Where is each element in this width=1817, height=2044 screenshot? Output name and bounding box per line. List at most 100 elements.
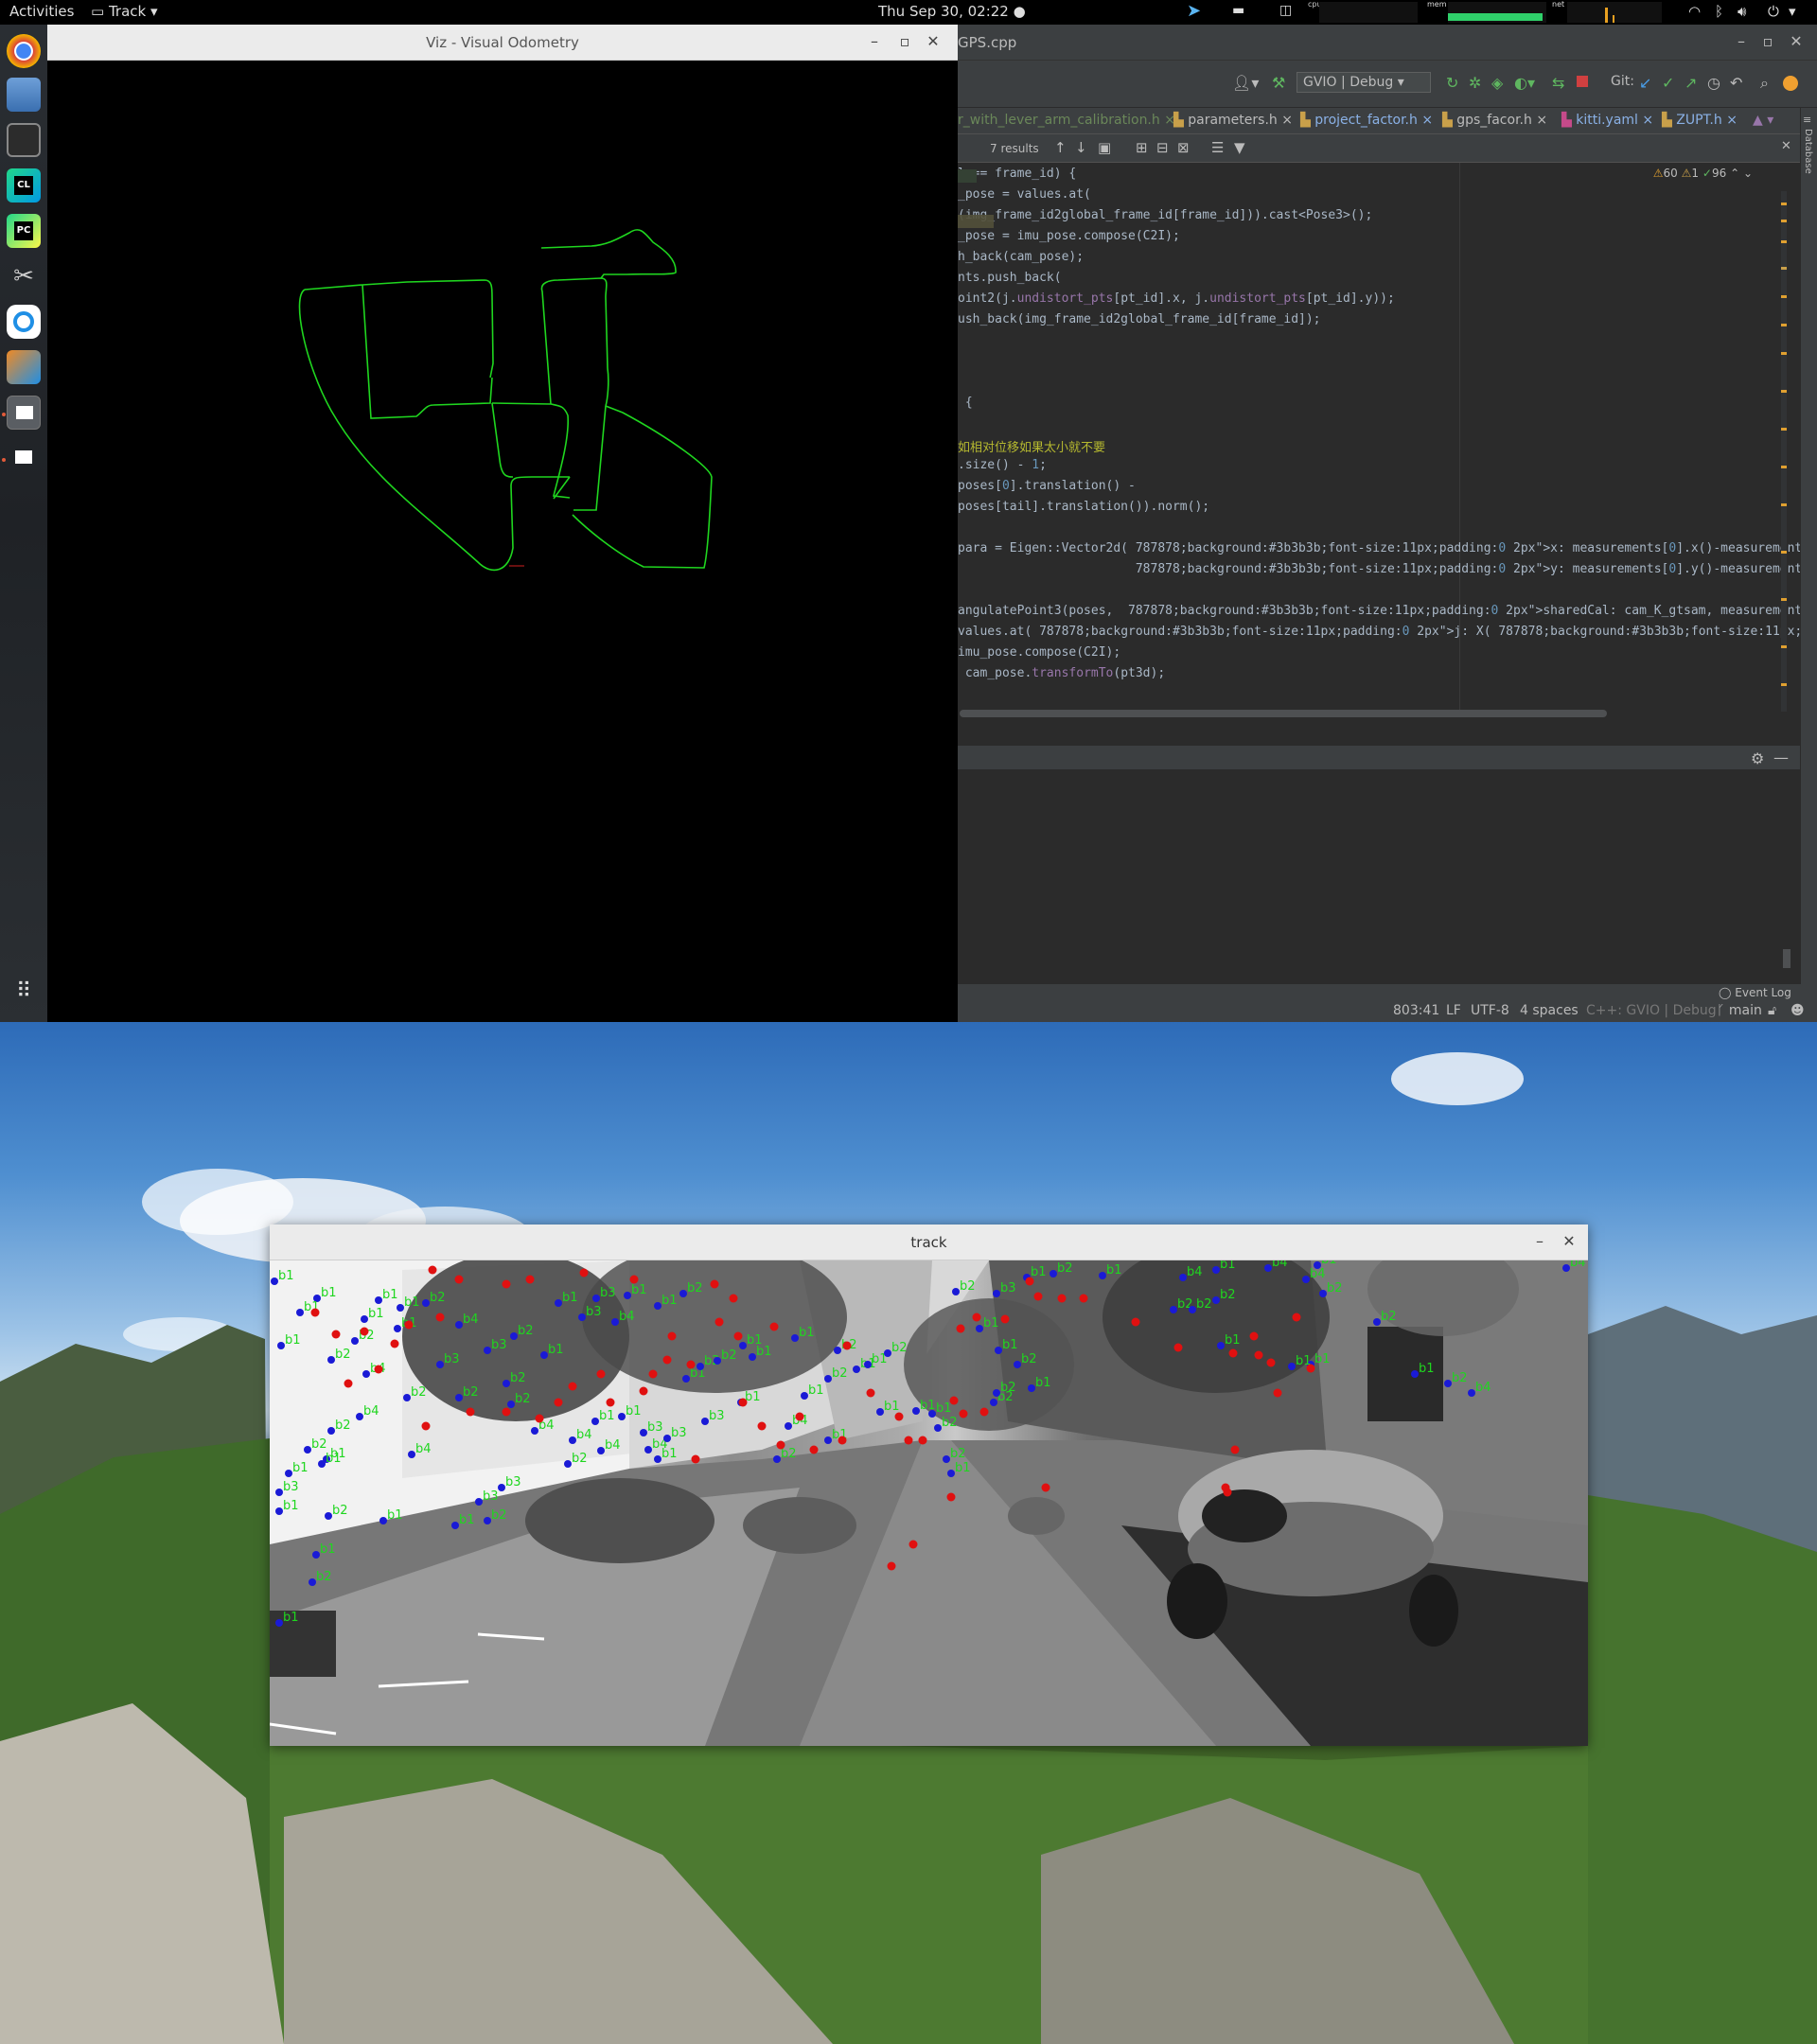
file-encoding[interactable]: UTF-8 xyxy=(1471,1003,1509,1018)
close-icon[interactable]: × xyxy=(1281,113,1293,128)
code-line[interactable]: poses[tail].translation()).norm(); xyxy=(958,500,1209,514)
minimize-icon[interactable]: – xyxy=(865,32,884,50)
hide-icon[interactable]: — xyxy=(1773,749,1789,766)
minimize-icon[interactable]: – xyxy=(1530,1232,1549,1250)
tab-kitti-yaml[interactable]: ▙ kitti.yaml × xyxy=(1561,113,1653,128)
options-icon[interactable]: ☰ xyxy=(1211,139,1224,156)
close-icon[interactable]: ✕ xyxy=(1787,32,1806,50)
tools-icon[interactable]: ✂ xyxy=(7,259,41,293)
code-editor[interactable]: ⚠60 ⚠1 ✓96 ⌃ ⌄ l == frame_id) {_pose = v… xyxy=(958,163,1817,731)
close-icon[interactable]: × xyxy=(1726,113,1738,128)
close-icon[interactable]: ✕ xyxy=(1781,139,1791,153)
code-line[interactable]: (img_frame_id2global_frame_id[frame_id])… xyxy=(958,208,1372,222)
run-config-select[interactable]: GVIO | Debug ▾ xyxy=(1297,72,1431,93)
horizontal-scrollbar[interactable] xyxy=(960,710,1607,717)
tab-project-factor[interactable]: ▙ project_factor.h × xyxy=(1300,113,1433,128)
app-menu[interactable]: ▭ Track ▾ xyxy=(91,3,158,20)
inspection-widget[interactable]: ⚠60 ⚠1 ✓96 ⌃ ⌄ xyxy=(1653,167,1753,180)
app-grid-icon[interactable]: ⠿ xyxy=(7,975,41,1009)
git-branch[interactable]: ᚴ main xyxy=(1717,1003,1762,1018)
git-update-icon[interactable]: ↙ xyxy=(1639,74,1651,92)
attach-icon[interactable]: ⇆ xyxy=(1552,74,1564,92)
code-line[interactable]: 787878;background:#3b3b3b;font-size:11px… xyxy=(958,562,1817,576)
git-push-icon[interactable]: ↗ xyxy=(1685,74,1697,92)
code-line[interactable]: imu_pose.compose(C2I); xyxy=(958,645,1120,660)
line-separator[interactable]: LF xyxy=(1446,1003,1461,1018)
code-line[interactable]: values.at( 787878;background:#3b3b3b;fon… xyxy=(958,625,1817,639)
gear-icon[interactable]: ⚙ xyxy=(1751,749,1764,767)
tab-gps-facor[interactable]: ▙ gps_facor.h × xyxy=(1442,113,1547,128)
inspector-icon[interactable]: ☻ xyxy=(1791,1003,1805,1018)
code-line[interactable]: nts.push_back( xyxy=(958,271,1062,285)
viz-titlebar[interactable]: Viz - Visual Odometry – ▫ ✕ xyxy=(47,25,958,61)
drive-icon[interactable]: ▬ xyxy=(1232,3,1244,18)
code-line[interactable]: h_back(cam_pose); xyxy=(958,250,1084,264)
search-icon[interactable]: ⌕ xyxy=(1760,74,1769,93)
code-line[interactable]: angulatePoint3(poses, 787878;background:… xyxy=(958,604,1817,618)
stop-icon[interactable] xyxy=(1577,76,1588,87)
tab-overflow-icon[interactable]: ▲ ▾ xyxy=(1753,113,1773,128)
code-line[interactable]: oint2(j.undistort_pts[pt_id].x, j.undist… xyxy=(958,291,1395,306)
ubuntu-software-icon[interactable] xyxy=(7,305,41,339)
tab-lever-arm[interactable]: r_with_lever_arm_calibration.h × xyxy=(958,113,1175,128)
indent-setting[interactable]: 4 spaces xyxy=(1520,1003,1579,1018)
code-line[interactable]: .size() - 1; xyxy=(958,458,1047,472)
minimize-icon[interactable]: – xyxy=(1732,32,1751,50)
close-icon[interactable]: × xyxy=(1642,113,1653,128)
code-line[interactable]: para = Eigen::Vector2d( 787878;backgroun… xyxy=(958,541,1817,555)
rollback-icon[interactable]: ↶ xyxy=(1730,74,1742,92)
bluetooth-icon[interactable]: ᛒ xyxy=(1715,3,1723,20)
build-icon[interactable]: ⚒ xyxy=(1272,74,1285,92)
wifi-icon[interactable]: ◠ xyxy=(1688,3,1701,20)
history-icon[interactable]: ◷ xyxy=(1707,74,1720,92)
tab-zupt[interactable]: ▙ ZUPT.h × xyxy=(1662,113,1738,128)
git-commit-icon[interactable]: ✓ xyxy=(1662,74,1674,92)
ide-titlebar[interactable]: GPS.cpp – ▫ ✕ xyxy=(958,25,1817,61)
power-icon[interactable]: ⏻ xyxy=(1768,3,1779,20)
chevron-up-icon[interactable]: ⌃ xyxy=(1730,167,1739,180)
close-icon[interactable]: × xyxy=(1421,113,1433,128)
code-line[interactable]: _pose = imu_pose.compose(C2I); xyxy=(958,229,1180,243)
vertical-scrollbar[interactable] xyxy=(1783,949,1791,968)
tab-parameters[interactable]: ▙ parameters.h × xyxy=(1173,113,1293,128)
updates-icon[interactable] xyxy=(1783,76,1798,91)
caret-position[interactable]: 803:41 xyxy=(1393,1003,1439,1018)
screenshot-icon[interactable]: ◫ xyxy=(1279,3,1292,18)
chrome-icon[interactable] xyxy=(7,34,41,68)
coverage-icon[interactable]: ◈ xyxy=(1491,74,1503,92)
telegram-icon[interactable]: ➤ xyxy=(1187,1,1201,21)
pycharm-icon[interactable]: PC xyxy=(7,214,41,248)
select-occurrences-icon[interactable]: ⊠ xyxy=(1177,139,1190,156)
context-selector[interactable]: C++: GVIO | Debug xyxy=(1586,1003,1717,1018)
code-line[interactable]: 如相对位移如果太小就不要 xyxy=(958,437,1105,455)
lock-icon[interactable]: 🔓︎ xyxy=(1768,1003,1776,1018)
files-icon[interactable] xyxy=(7,78,41,112)
chevron-down-icon[interactable]: ▾ xyxy=(1789,3,1796,20)
terminal-icon[interactable] xyxy=(7,123,41,157)
code-line[interactable]: ush_back(img_frame_id2global_frame_id[fr… xyxy=(958,312,1321,326)
close-icon[interactable]: × xyxy=(1536,113,1547,128)
vm-icon[interactable] xyxy=(7,350,41,384)
close-icon[interactable]: ✕ xyxy=(1560,1232,1579,1250)
profile-icon[interactable]: ◐▾ xyxy=(1514,74,1535,92)
track-titlebar[interactable]: track – ✕ xyxy=(270,1225,1588,1260)
doc-icon[interactable] xyxy=(7,396,41,430)
maximize-icon[interactable]: ▫ xyxy=(895,32,914,50)
database-tool-label[interactable]: Database xyxy=(1803,129,1813,174)
remove-occurrence-icon[interactable]: ⊟ xyxy=(1156,139,1169,156)
clion-icon[interactable]: CL xyxy=(7,168,41,203)
maximize-icon[interactable]: ▫ xyxy=(1758,32,1777,50)
chevron-down-icon[interactable]: ⌄ xyxy=(1739,167,1753,180)
code-line[interactable]: { xyxy=(958,396,973,410)
clock[interactable]: Thu Sep 30, 02:22 ● xyxy=(878,3,1026,20)
activities-button[interactable]: Activities xyxy=(9,3,74,20)
run-icon[interactable]: ↻ xyxy=(1446,74,1458,92)
database-icon[interactable]: ≡ xyxy=(1803,114,1811,126)
debug-icon[interactable]: ✲ xyxy=(1469,74,1481,92)
add-occurrence-icon[interactable]: ⊞ xyxy=(1136,139,1148,156)
event-log[interactable]: ◯ Event Log xyxy=(1719,986,1791,999)
code-line[interactable]: _pose = values.at( xyxy=(958,187,1091,202)
doc-icon-2[interactable] xyxy=(7,441,41,475)
next-occurrence-icon[interactable]: ↓ xyxy=(1075,139,1087,156)
code-line[interactable]: poses[0].translation() - xyxy=(958,479,1136,493)
